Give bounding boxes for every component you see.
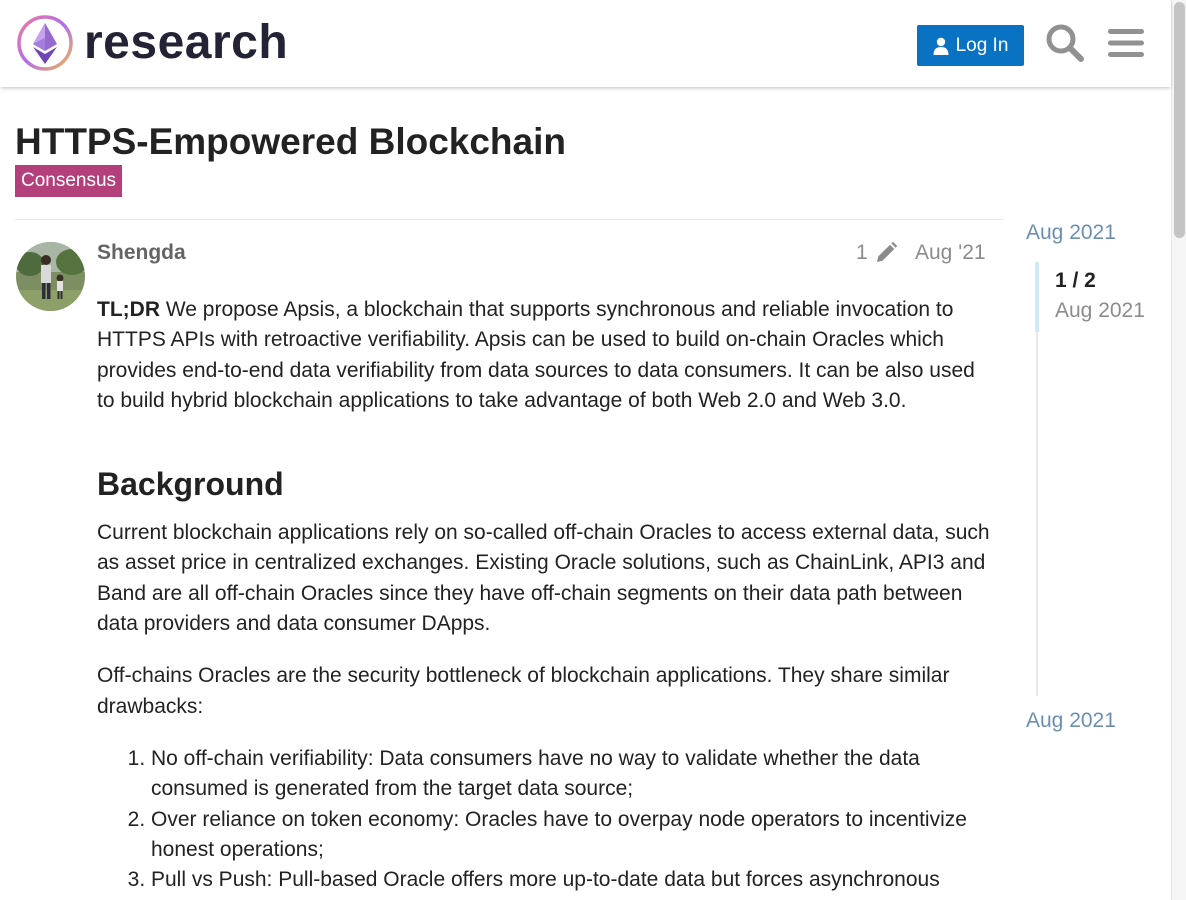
topic-title[interactable]: HTTPS-Empowered Blockchain [15,120,566,164]
timeline-start-date[interactable]: Aug 2021 [1026,220,1116,246]
heading-background: Background [97,466,284,503]
list-item: No off-chain verifiability: Data consume… [151,744,997,805]
page-scrollbar[interactable] [1171,0,1186,900]
paragraph-2: Off-chains Oracles are the security bott… [97,664,950,718]
site-logo[interactable] [16,14,74,72]
scrollbar-thumb[interactable] [1174,2,1185,238]
drawbacks-list: No off-chain verifiability: Data consume… [151,744,997,895]
search-button[interactable] [1044,22,1086,64]
timeline-position: 1 / 2 [1055,269,1096,292]
user-icon [933,37,949,55]
timeline-scroller-handle[interactable] [1035,262,1039,332]
list-item: Pull vs Push: Pull-based Oracle offers m… [151,865,997,895]
timeline-position-date: Aug 2021 [1055,299,1145,322]
post-content: TL;DR We propose Apsis, a blockchain tha… [97,295,997,895]
edit-count: 1 [856,241,868,264]
pencil-icon [876,241,897,262]
list-item: Over reliance on token economy: Oracles … [151,805,997,866]
site-name[interactable]: research [84,14,288,72]
tldr-paragraph: TL;DR We propose Apsis, a blockchain tha… [97,295,997,416]
hamburger-menu-button[interactable] [1105,22,1147,64]
paragraph-1: Current blockchain applications rely on … [97,521,990,636]
post-divider [15,219,1004,220]
edit-history-button[interactable]: 1 [856,240,898,266]
site-header: research Log In [0,0,1171,87]
hamburger-icon [1108,29,1144,57]
category-badge[interactable]: Consensus [15,165,123,197]
login-button[interactable]: Log In [917,25,1024,66]
search-icon [1046,24,1084,62]
tldr-label: TL;DR [97,298,160,321]
timeline-end-date[interactable]: Aug 2021 [1026,708,1116,734]
tldr-text: We propose Apsis, a blockchain that supp… [97,298,975,412]
login-label: Log In [955,34,1009,56]
avatar[interactable] [16,242,85,311]
post-author[interactable]: Shengda [97,240,186,266]
post-date[interactable]: Aug '21 [915,240,986,266]
